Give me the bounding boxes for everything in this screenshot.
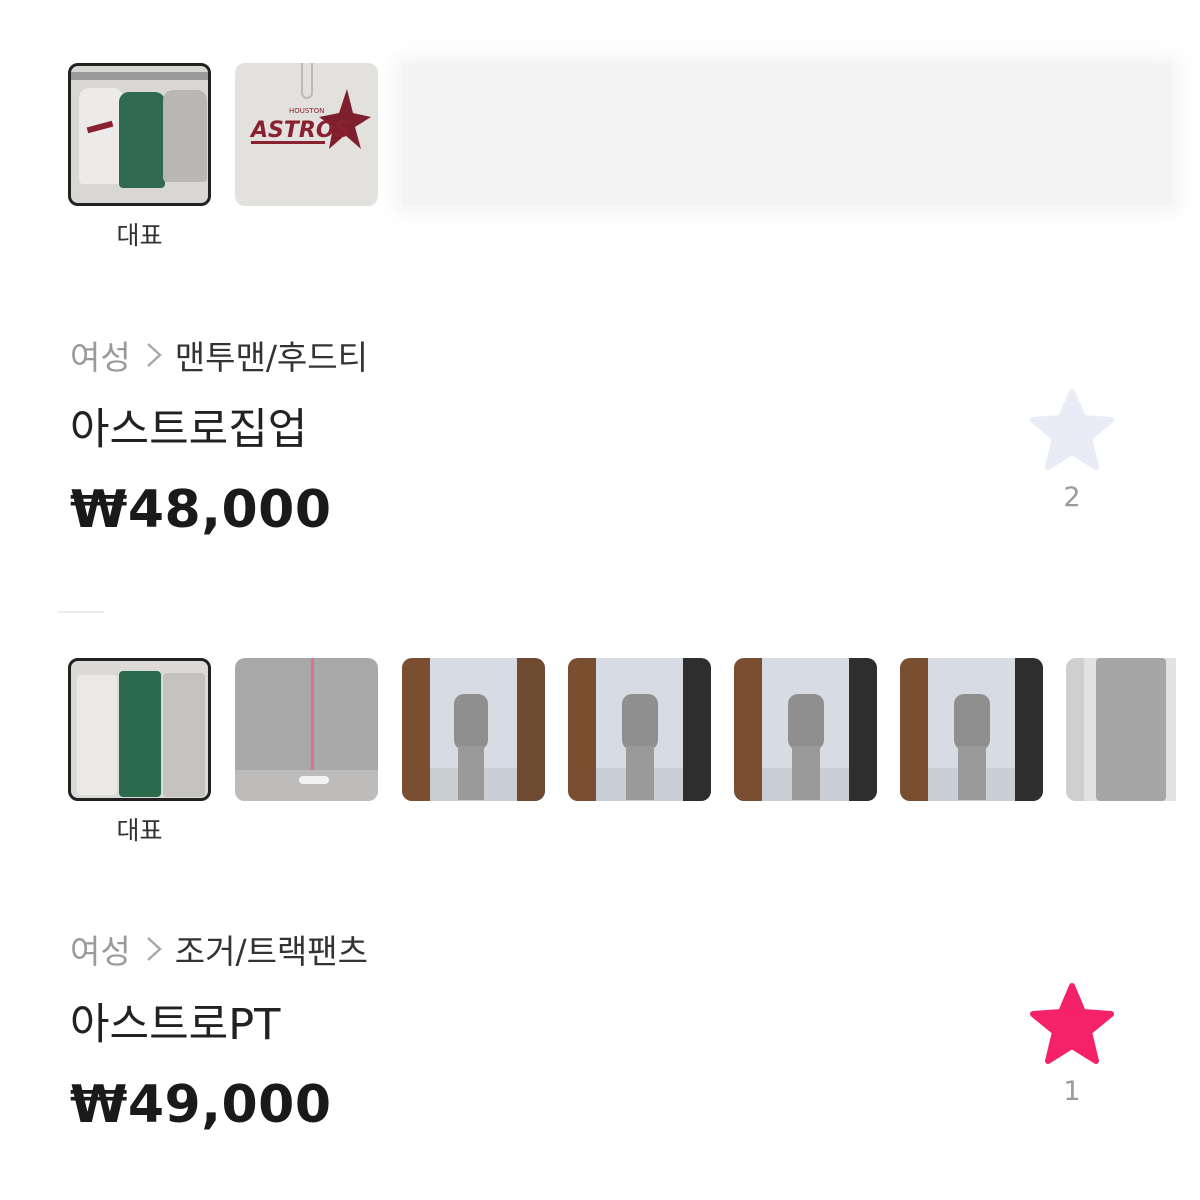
listing-1-thumbnail-2[interactable]: ASTROS HOUSTON xyxy=(235,63,378,206)
listing-2-thumbnail-row xyxy=(0,658,1200,803)
listing-2-thumbnail-7[interactable] xyxy=(1066,658,1176,801)
listing-1-blurred-thumbnails xyxy=(402,63,1172,206)
listing-2-thumbnail-4[interactable] xyxy=(568,658,711,801)
listing-2-thumbnail-2[interactable] xyxy=(235,658,378,801)
listing-2-title[interactable]: 아스트로PT xyxy=(70,990,280,1052)
listing-2-thumbnail-representative[interactable] xyxy=(68,658,211,801)
listing-2-favorite-count: 1 xyxy=(1063,1076,1081,1107)
listing-1-category[interactable]: 여성 xyxy=(70,338,131,377)
listing-1-subcategory[interactable]: 맨투맨/후드티 xyxy=(175,338,368,377)
listing-1-representative-label: 대표 xyxy=(116,221,163,250)
chevron-right-icon xyxy=(145,338,163,377)
listing-2-representative-label: 대표 xyxy=(116,816,163,845)
listing-1-thumbnail-row: ASTROS HOUSTON xyxy=(0,63,1200,208)
listing-1-thumbnail-representative[interactable] xyxy=(68,63,211,206)
listing-2-category[interactable]: 여성 xyxy=(70,932,131,971)
listing-1-price: ₩48,000 xyxy=(70,480,332,540)
star-icon xyxy=(1030,389,1114,470)
listing-2-thumbnail-5[interactable] xyxy=(734,658,877,801)
listing-2-thumbnail-3[interactable] xyxy=(402,658,545,801)
star-icon xyxy=(1030,983,1114,1064)
chevron-right-icon xyxy=(145,932,163,971)
listing-2-thumbnail-6[interactable] xyxy=(900,658,1043,801)
listing-divider xyxy=(58,611,104,613)
svg-text:HOUSTON: HOUSTON xyxy=(289,107,324,115)
listing-1-favorite-count: 2 xyxy=(1063,482,1081,513)
astros-logo-graphic: ASTROS HOUSTON xyxy=(249,89,371,149)
listing-2-breadcrumb: 여성 조거/트랙팬츠 xyxy=(70,925,368,973)
listing-1-favorite-button[interactable] xyxy=(1030,389,1114,473)
listing-1-title[interactable]: 아스트로집업 xyxy=(70,395,307,457)
svg-text:ASTROS: ASTROS xyxy=(249,118,350,143)
listing-1-breadcrumb: 여성 맨투맨/후드티 xyxy=(70,331,368,379)
listing-2-price: ₩49,000 xyxy=(70,1075,332,1135)
listing-2-subcategory[interactable]: 조거/트랙팬츠 xyxy=(175,932,368,971)
listing-2-favorite-button[interactable] xyxy=(1030,983,1114,1067)
